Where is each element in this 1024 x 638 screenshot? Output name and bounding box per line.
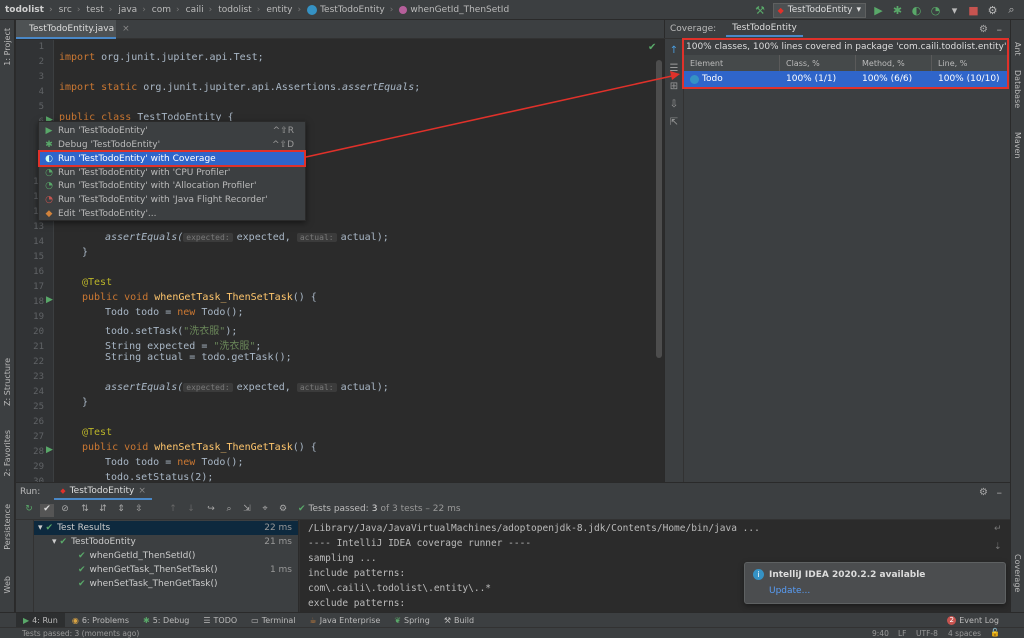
- line-separator[interactable]: LF: [898, 629, 907, 638]
- tool-tab-event-log[interactable]: 2 Event Log: [940, 613, 1006, 628]
- sort-alpha-icon[interactable]: ⇅: [78, 504, 92, 517]
- tool-tab-run[interactable]: ▶ 4: Run: [16, 612, 65, 628]
- run-toolbar: ↻ ✔ ⊘ ⇅ ⇵ ⇕ ⇳ ↑ ↓ ↪ ⌕ ⇲ ⌖ ⚙ ✔ Tests pass…: [16, 501, 1010, 520]
- tool-tab-debug[interactable]: ✱ 5: Debug: [136, 613, 196, 628]
- export-icon[interactable]: ⇲: [240, 504, 254, 517]
- run-tab[interactable]: ◆ TestTodoEntity ×: [54, 484, 152, 500]
- console-line: sampling ...: [308, 553, 377, 564]
- check-icon: ✔: [78, 551, 86, 561]
- chevron-down-icon: ▾: [52, 537, 57, 547]
- history-icon[interactable]: ⌕: [222, 504, 236, 517]
- console-line: /Library/Java/JavaVirtualMachines/adopto…: [308, 523, 760, 534]
- list-icon: ☰: [203, 615, 211, 625]
- tool-tab-java-enterprise[interactable]: ☕ Java Enterprise: [303, 613, 388, 628]
- run-side-toolbar: [16, 520, 34, 612]
- junit-icon: ◆: [60, 487, 66, 495]
- console-line: com\.caili\.todolist\.entity\..*: [308, 583, 492, 594]
- file-encoding[interactable]: UTF-8: [916, 629, 938, 638]
- tool-tab-build[interactable]: ⚒ Build: [437, 613, 481, 628]
- problems-icon: ◉: [71, 615, 79, 625]
- update-notification: i IntelliJ IDEA 2020.2.2 available Updat…: [744, 562, 1006, 604]
- run-icon: ▶: [23, 615, 30, 625]
- terminal-icon: ▭: [251, 615, 259, 625]
- previous-failed-icon[interactable]: ↑: [166, 504, 180, 517]
- pin-icon[interactable]: ⌖: [258, 504, 272, 517]
- update-link[interactable]: Update...: [769, 586, 810, 596]
- event-count-badge: 2: [947, 615, 957, 625]
- tree-item-test-method[interactable]: ✔ whenGetId_ThenSetId(): [34, 549, 298, 563]
- minimize-icon[interactable]: –: [997, 486, 1003, 499]
- tree-item-test-class[interactable]: ▾ ✔ TestTodoEntity 21 ms: [34, 535, 298, 549]
- import-tests-icon[interactable]: ↪: [204, 504, 218, 517]
- tool-tab-spring[interactable]: ❦ Spring: [387, 613, 437, 628]
- settings-icon[interactable]: ⚙: [276, 504, 290, 517]
- soft-wrap-icon[interactable]: ↵: [994, 524, 1002, 534]
- java-enterprise-icon: ☕: [309, 615, 317, 625]
- console-line: ---- IntelliJ IDEA coverage runner ----: [308, 538, 532, 549]
- tool-tab-todo[interactable]: ☰ TODO: [196, 613, 244, 628]
- check-icon: ✔: [59, 537, 68, 547]
- close-icon[interactable]: ×: [138, 486, 146, 496]
- check-icon: ✔: [298, 504, 306, 514]
- run-tool-window-header: Run: ◆ TestTodoEntity × ⚙ –: [16, 482, 1010, 501]
- status-message[interactable]: Tests passed: 3 (moments ago): [22, 629, 139, 638]
- caret-position[interactable]: 9:40: [872, 629, 889, 638]
- chevron-down-icon: ▾: [38, 523, 43, 533]
- check-icon: ✔: [78, 579, 86, 589]
- rerun-icon[interactable]: ↻: [22, 504, 36, 517]
- console-line: include patterns:: [308, 568, 406, 579]
- show-passed-icon[interactable]: ✔: [40, 504, 54, 517]
- expand-all-icon[interactable]: ⇕: [114, 504, 128, 517]
- sort-duration-icon[interactable]: ⇵: [96, 504, 110, 517]
- status-bar: Tests passed: 3 (moments ago) 9:40 LF UT…: [0, 627, 1024, 638]
- test-results-tree: ▾ ✔ Test Results 22 ms ▾ ✔ TestTodoEntity 21 m…: [34, 520, 298, 612]
- tool-tab-problems[interactable]: ◉ 6: Problems: [65, 613, 136, 628]
- tree-item-test-method[interactable]: ✔ whenSetTask_ThenGetTask(): [34, 577, 298, 591]
- next-failed-icon[interactable]: ↓: [184, 504, 198, 517]
- tree-item-test-results[interactable]: ▾ ✔ Test Results 22 ms: [34, 521, 298, 535]
- lock-icon[interactable]: 🔓: [990, 628, 1000, 637]
- build-hammer-icon: ⚒: [443, 615, 452, 625]
- scroll-to-end-icon[interactable]: ⇣: [994, 542, 1002, 552]
- check-icon: ✔: [45, 523, 54, 533]
- tree-item-test-method[interactable]: ✔ whenGetTask_ThenSetTask() 1 ms: [34, 563, 298, 577]
- spring-icon: ❦: [394, 615, 402, 625]
- tool-tab-terminal[interactable]: ▭ Terminal: [244, 613, 302, 628]
- console-line: exclude patterns:: [308, 598, 406, 609]
- collapse-all-icon[interactable]: ⇳: [132, 504, 146, 517]
- debug-icon: ✱: [143, 615, 150, 625]
- check-icon: ✔: [78, 565, 86, 575]
- settings-icon[interactable]: ⚙: [979, 487, 988, 498]
- bottom-tool-bar: ▶ 4: Run ◉ 6: Problems ✱ 5: Debug ☰ TODO ▭ Te…: [0, 612, 1024, 628]
- show-ignored-icon[interactable]: ⊘: [58, 504, 72, 517]
- indent-setting[interactable]: 4 spaces: [948, 629, 981, 638]
- info-icon: i: [753, 569, 764, 580]
- tests-status: ✔ Tests passed: 3 of 3 tests – 22 ms: [298, 504, 461, 514]
